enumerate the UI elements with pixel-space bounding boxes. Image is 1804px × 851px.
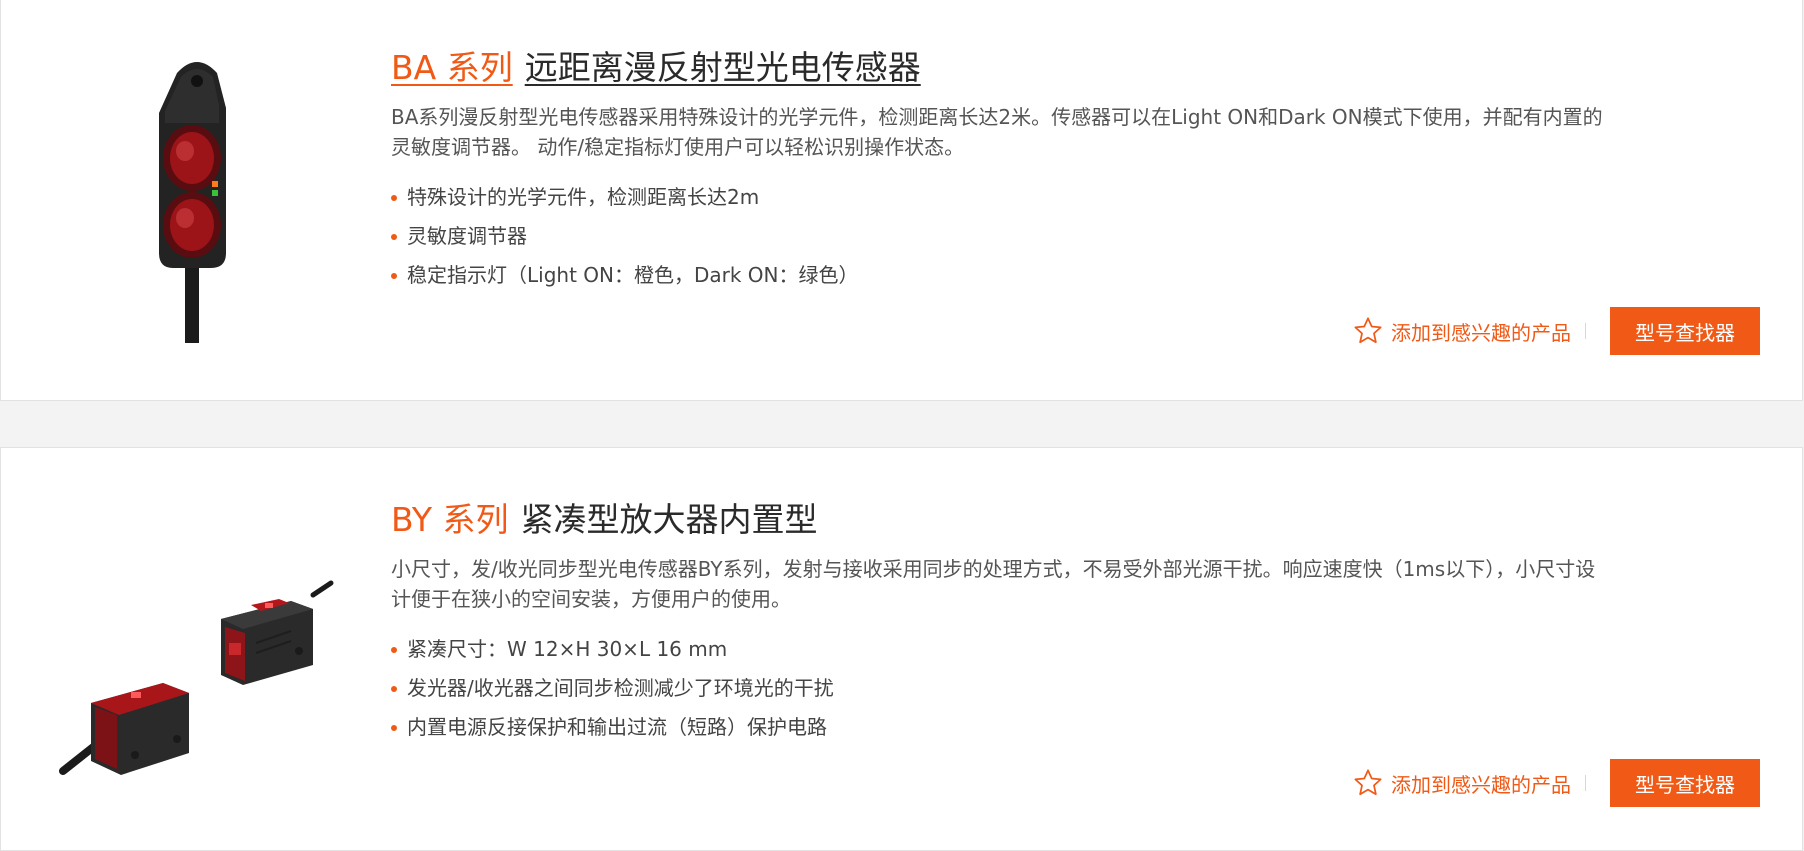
product-card-ba: BA 系列 远距离漫反射型光电传感器 BA系列漫反射型光电传感器采用特殊设计的光学… [0, 0, 1803, 401]
product-name[interactable]: 远距离漫反射型光电传感器 [525, 48, 921, 87]
feature-text: 灵敏度调节器 [407, 224, 527, 248]
add-to-favorites-label[interactable]: 添加到感兴趣的产品 [1391, 769, 1571, 798]
feature-item: 发光器/收光器之间同步检测减少了环境光的干扰 [391, 669, 1611, 708]
feature-item: 紧凑尺寸：W 12×H 30×L 16 mm [391, 630, 1611, 669]
product-title[interactable]: BA 系列 远距离漫反射型光电传感器 [391, 44, 1611, 92]
bullet-icon [391, 725, 397, 731]
feature-text: 发光器/收光器之间同步检测减少了环境光的干扰 [407, 676, 834, 700]
feature-list: 紧凑尺寸：W 12×H 30×L 16 mm 发光器/收光器之间同步检测减少了环… [391, 630, 1611, 747]
feature-item: 内置电源反接保护和输出过流（短路）保护电路 [391, 708, 1611, 747]
model-finder-button[interactable]: 型号查找器 [1610, 307, 1760, 355]
by-sensor-image[interactable] [51, 543, 341, 843]
feature-item: 特殊设计的光学元件，检测距离长达2m [391, 178, 1611, 217]
bullet-icon [391, 195, 397, 201]
bullet-icon [391, 273, 397, 279]
product-description: 小尺寸，发/收光同步型光电传感器BY系列，发射与接收采用同步的处理方式，不易受外… [391, 557, 1596, 611]
feature-item: 灵敏度调节器 [391, 217, 1611, 256]
bullet-icon [391, 234, 397, 240]
add-to-favorites-button[interactable]: 添加到感兴趣的产品 [1351, 315, 1571, 347]
feature-item: 稳定指示灯（Light ON：橙色，Dark ON：绿色） [391, 256, 1611, 295]
star-icon [1354, 769, 1382, 796]
star-icon [1354, 317, 1382, 344]
product-name[interactable]: 紧凑型放大器内置型 [520, 500, 817, 539]
divider [1585, 775, 1586, 791]
product-content: BY 系列 紧凑型放大器内置型 小尺寸，发/收光同步型光电传感器BY系列，发射与接… [391, 496, 1611, 747]
ba-sensor-image[interactable] [51, 53, 341, 353]
product-actions: 添加到感兴趣的产品 型号查找器 [1351, 759, 1760, 807]
divider [1585, 323, 1586, 339]
feature-text: 内置电源反接保护和输出过流（短路）保护电路 [407, 715, 827, 739]
feature-list: 特殊设计的光学元件，检测距离长达2m 灵敏度调节器 稳定指示灯（Light ON… [391, 178, 1611, 295]
product-content: BA 系列 远距离漫反射型光电传感器 BA系列漫反射型光电传感器采用特殊设计的光学… [391, 44, 1611, 295]
add-to-favorites-button[interactable]: 添加到感兴趣的产品 [1351, 767, 1571, 799]
series-name[interactable]: BA 系列 [391, 48, 513, 87]
feature-text: 特殊设计的光学元件，检测距离长达2m [407, 185, 760, 209]
series-name[interactable]: BY 系列 [391, 500, 508, 539]
model-finder-button[interactable]: 型号查找器 [1610, 759, 1760, 807]
feature-text: 紧凑尺寸：W 12×H 30×L 16 mm [407, 637, 728, 661]
product-actions: 添加到感兴趣的产品 型号查找器 [1351, 307, 1760, 355]
product-card-by: BY 系列 紧凑型放大器内置型 小尺寸，发/收光同步型光电传感器BY系列，发射与接… [0, 447, 1803, 851]
product-title[interactable]: BY 系列 紧凑型放大器内置型 [391, 496, 1611, 544]
bullet-icon [391, 647, 397, 653]
product-description: BA系列漫反射型光电传感器采用特殊设计的光学元件，检测距离长达2米。传感器可以在… [391, 105, 1603, 159]
add-to-favorites-label[interactable]: 添加到感兴趣的产品 [1391, 317, 1571, 346]
bullet-icon [391, 686, 397, 692]
feature-text: 稳定指示灯（Light ON：橙色，Dark ON：绿色） [407, 263, 859, 287]
